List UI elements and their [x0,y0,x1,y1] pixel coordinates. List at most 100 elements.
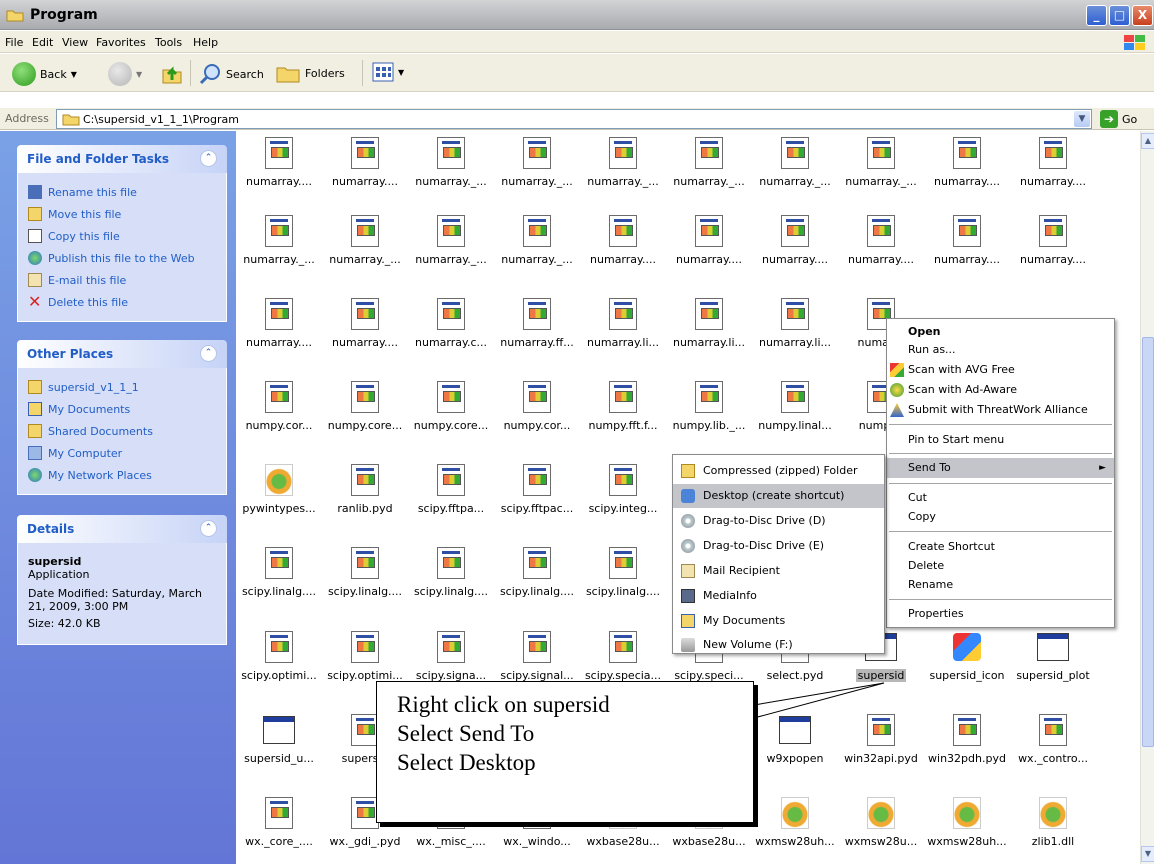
scroll-thumb[interactable] [1142,337,1154,747]
file-item[interactable]: numarray._... [408,137,494,188]
file-item[interactable]: scipy.linalg.... [322,547,408,598]
menu-threatwork[interactable]: Submit with ThreatWork Alliance [887,400,1114,420]
file-item[interactable]: scipy.fftpa... [408,464,494,515]
file-item[interactable]: numpy.core... [408,381,494,432]
views-button[interactable]: ▼ [372,62,404,82]
sendto-mail[interactable]: Mail Recipient [673,559,884,583]
sendto-zip[interactable]: Compressed (zipped) Folder [673,459,884,483]
forward-button[interactable]: ▼ [108,62,142,86]
file-item[interactable]: w9xpopen [752,714,838,765]
file-item[interactable]: numarray.... [322,137,408,188]
file-item[interactable]: scipy.integ... [580,464,666,515]
file-item[interactable]: numarray.li... [752,298,838,349]
file-item[interactable]: supersid_plot [1010,631,1096,682]
menu-create-shortcut[interactable]: Create Shortcut [887,537,1114,557]
file-item[interactable]: numarray._... [580,137,666,188]
file-item[interactable]: ranlib.pyd [322,464,408,515]
file-item[interactable]: numarray.ff... [494,298,580,349]
place-network[interactable]: My Network Places [28,464,216,486]
place-my-documents[interactable]: My Documents [28,398,216,420]
file-item[interactable]: numarray.... [838,215,924,266]
file-item[interactable]: numarray._... [408,215,494,266]
file-item[interactable]: numarray.... [580,215,666,266]
menu-edit[interactable]: Edit [32,36,53,49]
scroll-up-icon[interactable]: ▲ [1141,133,1154,149]
sendto-new-volume[interactable]: New Volume (F:) [673,633,884,657]
file-item[interactable]: numarray.... [924,215,1010,266]
menu-cut[interactable]: Cut [887,488,1114,508]
file-item[interactable]: wx._core_.... [236,797,322,848]
file-item[interactable]: numarray.... [752,215,838,266]
file-item[interactable]: numarray.... [924,137,1010,188]
file-item[interactable]: numarray.... [322,298,408,349]
file-item[interactable]: numarray.... [1010,215,1096,266]
file-item[interactable]: numpy.linal... [752,381,838,432]
address-input[interactable]: C:\supersid_v1_1_1\Program ▼ [56,109,1092,129]
collapse-icon[interactable]: ⌃ [200,520,217,537]
sendto-drive-e[interactable]: Drag-to-Disc Drive (E) [673,534,884,558]
file-item[interactable]: numarray._... [322,215,408,266]
maximize-button[interactable]: □ [1109,5,1130,26]
sendto-mediainfo[interactable]: MediaInfo [673,584,884,608]
back-button[interactable]: Back ▼ [12,62,77,86]
file-item[interactable]: numarray._... [838,137,924,188]
menu-view[interactable]: View [62,36,88,49]
place-my-computer[interactable]: My Computer [28,442,216,464]
collapse-icon[interactable]: ⌃ [200,345,217,362]
search-button[interactable]: Search [198,62,264,86]
file-item[interactable]: win32pdh.pyd [924,714,1010,765]
menu-run-as[interactable]: Run as... [887,340,1114,360]
menu-rename[interactable]: Rename [887,575,1114,595]
menu-favorites[interactable]: Favorites [96,36,146,49]
minimize-button[interactable]: _ [1086,5,1107,26]
file-item[interactable]: supersid_u... [236,714,322,765]
menu-help[interactable]: Help [193,36,218,49]
file-item[interactable]: scipy.fftpac... [494,464,580,515]
file-item[interactable]: numpy.cor... [236,381,322,432]
menu-scan-adaware[interactable]: Scan with Ad-Aware [887,380,1114,400]
place-shared-documents[interactable]: Shared Documents [28,420,216,442]
file-item[interactable]: numarray.c... [408,298,494,349]
file-item[interactable]: numarray.li... [580,298,666,349]
other-places-header[interactable]: Other Places ⌃ [17,340,227,368]
menu-tools[interactable]: Tools [155,36,182,49]
scroll-down-icon[interactable]: ▼ [1141,846,1154,862]
place-supersid[interactable]: supersid_v1_1_1 [28,376,216,398]
task-delete[interactable]: ✕ Delete this file [28,291,216,313]
file-item[interactable]: win32api.pyd [838,714,924,765]
menu-send-to[interactable]: Send To ► [887,458,1114,478]
file-item[interactable]: scipy.signal... [494,631,580,682]
menu-open[interactable]: Open [887,322,1114,342]
file-item[interactable]: scipy.linalg.... [236,547,322,598]
menu-pin-start[interactable]: Pin to Start menu [887,430,1114,450]
file-item[interactable]: pywintypes... [236,464,322,515]
task-rename[interactable]: Rename this file [28,181,216,203]
file-item[interactable]: supersid_icon [924,631,1010,682]
file-item[interactable]: scipy.linalg.... [408,547,494,598]
task-move[interactable]: Move this file [28,203,216,225]
menu-copy[interactable]: Copy [887,507,1114,527]
file-item[interactable]: numarray.... [236,137,322,188]
file-item[interactable]: numarray.... [1010,137,1096,188]
file-item[interactable]: numpy.cor... [494,381,580,432]
file-item[interactable]: numarray._... [494,215,580,266]
file-item[interactable]: wxmsw28u... [838,797,924,848]
file-item[interactable]: scipy.signa... [408,631,494,682]
task-publish[interactable]: Publish this file to the Web [28,247,216,269]
file-item[interactable]: wxmsw28uh... [924,797,1010,848]
file-item[interactable]: numarray._... [752,137,838,188]
file-item[interactable]: scipy.linalg.... [494,547,580,598]
task-copy[interactable]: Copy this file [28,225,216,247]
collapse-icon[interactable]: ⌃ [200,150,217,167]
file-item[interactable]: zlib1.dll [1010,797,1096,848]
file-item[interactable]: numpy.fft.f... [580,381,666,432]
file-item[interactable]: scipy.optimi... [322,631,408,682]
file-item[interactable]: numarray.li... [666,298,752,349]
file-item[interactable]: scipy.specia... [580,631,666,682]
go-button[interactable]: ➔ Go [1100,110,1137,128]
sendto-desktop[interactable]: Desktop (create shortcut) [673,484,884,508]
file-item[interactable]: wx._contro... [1010,714,1096,765]
up-folder-button[interactable] [160,62,184,86]
details-header[interactable]: Details ⌃ [17,515,227,543]
file-item[interactable]: numpy.lib._... [666,381,752,432]
